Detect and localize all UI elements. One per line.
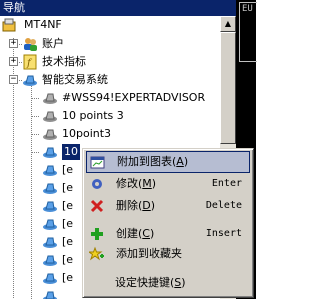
tree-item-label: MT4NF	[24, 18, 62, 31]
menu-item-modify[interactable]: 修改(M) Enter	[86, 173, 250, 195]
menu-item-label: 修改	[116, 177, 138, 190]
tree-item-label: [e	[62, 217, 74, 230]
accounts-icon	[24, 38, 37, 51]
menu-item-set-hotkey[interactable]: 设定快捷键(S)	[85, 272, 249, 294]
expert-hat-icon	[43, 291, 57, 299]
expand-icon[interactable]: +	[9, 39, 18, 48]
terminal-icon	[2, 18, 16, 32]
tree-item-label: [e	[62, 271, 74, 284]
tree-item-label: 10	[62, 144, 80, 160]
menu-item-shortcut: Enter	[211, 178, 242, 189]
expert-hat-icon	[43, 201, 57, 212]
menu-item-accel: A	[176, 155, 184, 168]
scroll-up-arrow-icon[interactable]: ▲	[220, 16, 236, 32]
menu-item-add-favorites[interactable]: 添加到收藏夹	[86, 243, 250, 265]
expert-hat-icon	[43, 273, 57, 284]
expert-hat-icon	[43, 165, 57, 176]
expert-hat-icon	[43, 147, 57, 158]
menu-item-label: 设定快捷键	[115, 276, 170, 289]
collapse-icon[interactable]: −	[9, 75, 18, 84]
menu-item-accel: S	[174, 276, 182, 289]
menu-item-accel: M	[142, 177, 152, 190]
experts-hat-icon	[23, 75, 37, 86]
expert-hat-icon	[43, 237, 57, 248]
window-title: 导航	[3, 1, 25, 14]
menu-item-label: 添加到收藏夹	[116, 247, 182, 260]
menu-item-shortcut: Insert	[205, 228, 242, 239]
tree-line	[31, 152, 39, 153]
tree-item-label: [e	[62, 253, 74, 266]
menu-item-attach-to-chart[interactable]: 附加到图表(A)	[86, 151, 250, 173]
menu-item-accel: D	[142, 199, 151, 212]
tree-item-label: #WSS94!EXPERTADVISOR	[62, 91, 206, 104]
menu-item-accel: C	[142, 227, 150, 240]
tree-line	[31, 134, 39, 135]
tree-line	[31, 116, 39, 117]
expert-hat-icon	[43, 255, 57, 266]
delete-x-icon	[90, 199, 104, 213]
tree-item-label: 技术指标	[42, 55, 86, 68]
gear-icon	[92, 179, 102, 189]
tree-item-label: 账户	[42, 37, 64, 50]
navigator-title-bar: 导航	[0, 0, 236, 16]
tree-item-label: 10point3	[62, 127, 112, 140]
attach-chart-icon	[90, 156, 105, 169]
menu-item-label: 附加到图表	[117, 155, 172, 168]
tree-line	[31, 98, 39, 99]
menu-item-label: 创建	[116, 227, 138, 240]
menu-item-delete[interactable]: 删除(D) Delete	[86, 195, 250, 217]
tree-item-label: [e	[62, 235, 74, 248]
expand-icon[interactable]: +	[9, 57, 18, 66]
chart-label: EU	[242, 4, 253, 14]
scrollbar-thumb[interactable]	[220, 32, 236, 144]
menu-item-shortcut: Delete	[205, 200, 242, 211]
tree-item-label: [e	[62, 181, 74, 194]
menu-item-create[interactable]: 创建(C) Insert	[86, 223, 250, 245]
expert-hat-icon	[43, 183, 57, 194]
expert-grey-hat-icon	[43, 111, 57, 122]
menu-item-label: 删除	[116, 199, 138, 212]
tree-item-label: 智能交易系统	[42, 73, 108, 86]
expert-hat-icon	[43, 219, 57, 230]
chart-frame: EU	[239, 2, 257, 62]
tree-item-label: [e	[62, 199, 74, 212]
favorite-star-icon	[89, 246, 104, 261]
indicators-icon: f	[23, 54, 37, 70]
tree-item-label: 10 points 3	[62, 109, 124, 122]
expert-grey-hat-icon	[43, 129, 57, 140]
plus-icon	[91, 228, 103, 240]
tree-item-label: [e	[62, 163, 74, 176]
expert-grey-hat-icon	[43, 93, 57, 104]
